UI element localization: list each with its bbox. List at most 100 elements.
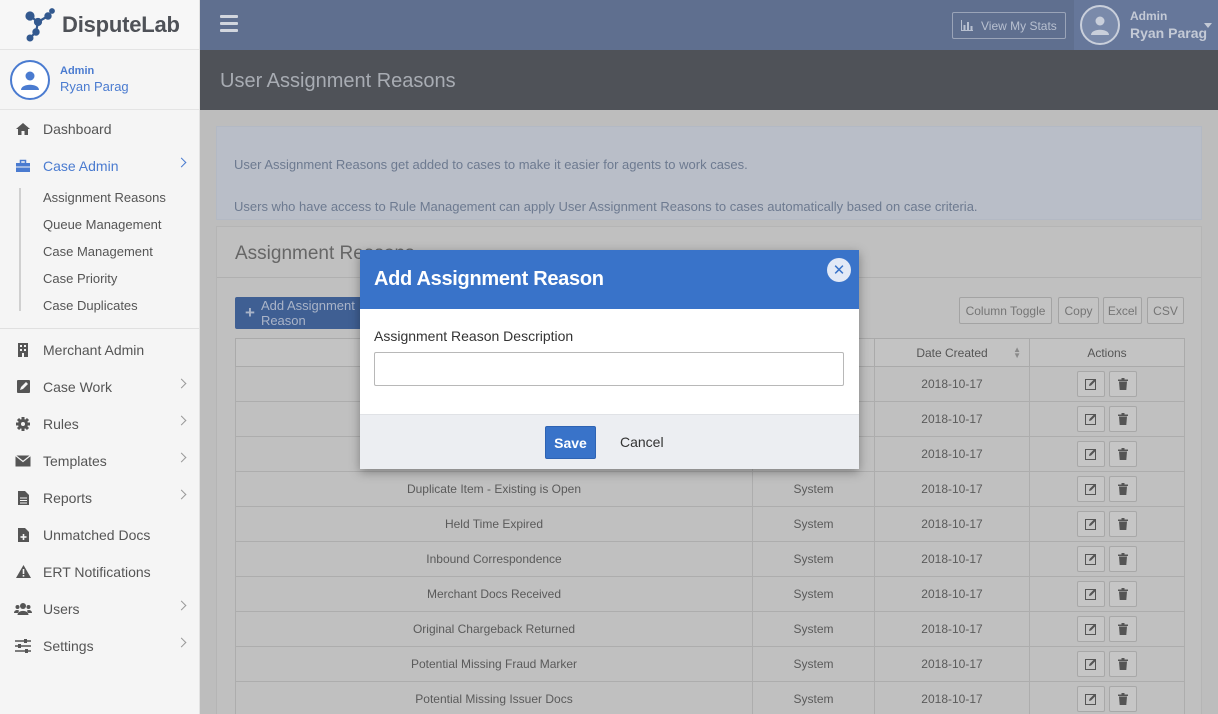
cell-actions bbox=[1029, 506, 1185, 542]
edit-icon[interactable] bbox=[1077, 616, 1105, 642]
sidebar-user-panel[interactable]: Admin Ryan Parag bbox=[0, 50, 199, 110]
sliders-icon bbox=[14, 638, 32, 654]
cell-date-created: 2018-10-17 bbox=[874, 401, 1030, 437]
page-header: User Assignment Reasons bbox=[200, 50, 1218, 110]
modal-footer: Save Cancel bbox=[360, 414, 859, 469]
edit-icon[interactable] bbox=[1077, 406, 1105, 432]
home-icon bbox=[14, 121, 32, 137]
trash-icon[interactable] bbox=[1109, 581, 1137, 607]
chevron-right-icon bbox=[176, 489, 187, 500]
avatar bbox=[10, 59, 50, 100]
trash-icon[interactable] bbox=[1109, 441, 1137, 467]
table-row: Potential Missing Issuer Docs System 2018-… bbox=[235, 681, 1185, 714]
user-icon bbox=[1091, 16, 1109, 35]
cell-description: Held Time Expired bbox=[235, 506, 753, 542]
subnav-item-case-management[interactable]: Case Management bbox=[43, 238, 199, 265]
bar-chart-icon bbox=[961, 20, 973, 31]
view-my-stats-button[interactable]: View My Stats bbox=[952, 12, 1066, 39]
trash-icon[interactable] bbox=[1109, 616, 1137, 642]
cancel-button[interactable]: Cancel bbox=[620, 434, 664, 450]
trash-icon[interactable] bbox=[1109, 511, 1137, 537]
modal-body: Assignment Reason Description bbox=[360, 309, 859, 414]
column-toggle-button[interactable]: Column Toggle bbox=[959, 297, 1052, 324]
user-icon bbox=[21, 71, 39, 90]
cell-actions bbox=[1029, 401, 1185, 437]
sidebar-item-case-work[interactable]: Case Work bbox=[0, 368, 199, 405]
edit-icon[interactable] bbox=[1077, 441, 1105, 467]
cell-type: System bbox=[752, 471, 875, 507]
cell-actions bbox=[1029, 366, 1185, 402]
sidebar-item-label: Settings bbox=[43, 637, 94, 654]
sidebar-item-rules[interactable]: Rules bbox=[0, 405, 199, 442]
sidebar-item-settings[interactable]: Settings bbox=[0, 627, 199, 664]
close-icon[interactable]: ✕ bbox=[827, 258, 851, 282]
brand[interactable]: DisputeLab bbox=[0, 0, 199, 50]
edit-icon[interactable] bbox=[1077, 371, 1105, 397]
case-admin-submenu: Assignment Reasons Queue Management Case… bbox=[0, 184, 199, 319]
subnav-item-assignment-reasons[interactable]: Assignment Reasons bbox=[43, 184, 199, 211]
table-row: Original Chargeback Returned System 2018-1… bbox=[235, 611, 1185, 647]
cell-type: System bbox=[752, 646, 875, 682]
cell-actions bbox=[1029, 541, 1185, 577]
sidebar-item-case-admin[interactable]: Case Admin bbox=[0, 147, 199, 184]
chevron-right-icon bbox=[176, 637, 187, 648]
edit-icon bbox=[14, 379, 32, 395]
trash-icon[interactable] bbox=[1109, 371, 1137, 397]
assignment-reason-description-input[interactable] bbox=[374, 352, 844, 386]
sidebar-item-users[interactable]: Users bbox=[0, 590, 199, 627]
envelope-icon bbox=[14, 453, 32, 469]
subnav-item-case-priority[interactable]: Case Priority bbox=[43, 265, 199, 292]
trash-icon[interactable] bbox=[1109, 686, 1137, 712]
user-role: Admin bbox=[1130, 9, 1168, 23]
csv-button[interactable]: CSV bbox=[1147, 297, 1184, 324]
chevron-right-icon bbox=[176, 452, 187, 463]
edit-icon[interactable] bbox=[1077, 546, 1105, 572]
edit-icon[interactable] bbox=[1077, 686, 1105, 712]
sidebar-item-reports[interactable]: Reports bbox=[0, 479, 199, 516]
table-row: Merchant Docs Received System 2018-10-17 bbox=[235, 576, 1185, 612]
cell-date-created: 2018-10-17 bbox=[874, 576, 1030, 612]
cell-type: System bbox=[752, 541, 875, 577]
cell-actions bbox=[1029, 576, 1185, 612]
cell-description: Potential Missing Fraud Marker bbox=[235, 646, 753, 682]
sidebar-item-ert-notifications[interactable]: ERT Notifications bbox=[0, 553, 199, 590]
subnav-item-queue-management[interactable]: Queue Management bbox=[43, 211, 199, 238]
cell-actions bbox=[1029, 681, 1185, 714]
topbar: View My Stats Admin Ryan Parag bbox=[200, 0, 1218, 50]
file-plus-icon bbox=[14, 527, 32, 543]
add-assignment-reason-modal: Add Assignment Reason ✕ Assignment Reaso… bbox=[360, 250, 859, 469]
trash-icon[interactable] bbox=[1109, 406, 1137, 432]
sidebar-item-label: Rules bbox=[43, 415, 79, 432]
logo-icon bbox=[25, 7, 55, 42]
sidebar-item-merchant-admin[interactable]: Merchant Admin bbox=[0, 331, 199, 368]
edit-icon[interactable] bbox=[1077, 581, 1105, 607]
description-label: Assignment Reason Description bbox=[374, 328, 574, 344]
edit-icon[interactable] bbox=[1077, 651, 1105, 677]
trash-icon[interactable] bbox=[1109, 546, 1137, 572]
sidebar-item-unmatched-docs[interactable]: Unmatched Docs bbox=[0, 516, 199, 553]
hamburger-menu-icon[interactable] bbox=[220, 15, 238, 32]
column-header-date-created[interactable]: Date Created ▲ ▼ bbox=[874, 338, 1030, 367]
sidebar-item-label: Merchant Admin bbox=[43, 341, 145, 358]
sidebar-item-label: Reports bbox=[43, 489, 93, 506]
building-icon bbox=[14, 342, 32, 358]
excel-button[interactable]: Excel bbox=[1103, 297, 1142, 324]
page-title: User Assignment Reasons bbox=[220, 70, 456, 92]
trash-icon[interactable] bbox=[1109, 476, 1137, 502]
sidebar-item-label: Templates bbox=[43, 452, 107, 469]
copy-button[interactable]: Copy bbox=[1058, 297, 1099, 324]
sidebar: DisputeLab Admin Ryan Parag Dashboard Ca… bbox=[0, 0, 200, 714]
edit-icon[interactable] bbox=[1077, 511, 1105, 537]
save-button[interactable]: Save bbox=[545, 426, 596, 459]
table-row: Potential Missing Fraud Marker System 2018… bbox=[235, 646, 1185, 682]
user-menu[interactable]: Admin Ryan Parag bbox=[1074, 0, 1218, 50]
sidebar-item-templates[interactable]: Templates bbox=[0, 442, 199, 479]
sidebar-item-dashboard[interactable]: Dashboard bbox=[0, 110, 199, 147]
edit-icon[interactable] bbox=[1077, 476, 1105, 502]
subnav-item-case-duplicates[interactable]: Case Duplicates bbox=[43, 292, 199, 319]
plus-icon: + bbox=[245, 303, 255, 322]
info-text-1: User Assignment Reasons get added to cas… bbox=[234, 157, 748, 172]
trash-icon[interactable] bbox=[1109, 651, 1137, 677]
cell-description: Inbound Correspondence bbox=[235, 541, 753, 577]
table-row: Duplicate Item - Existing is Open System 2… bbox=[235, 471, 1185, 507]
